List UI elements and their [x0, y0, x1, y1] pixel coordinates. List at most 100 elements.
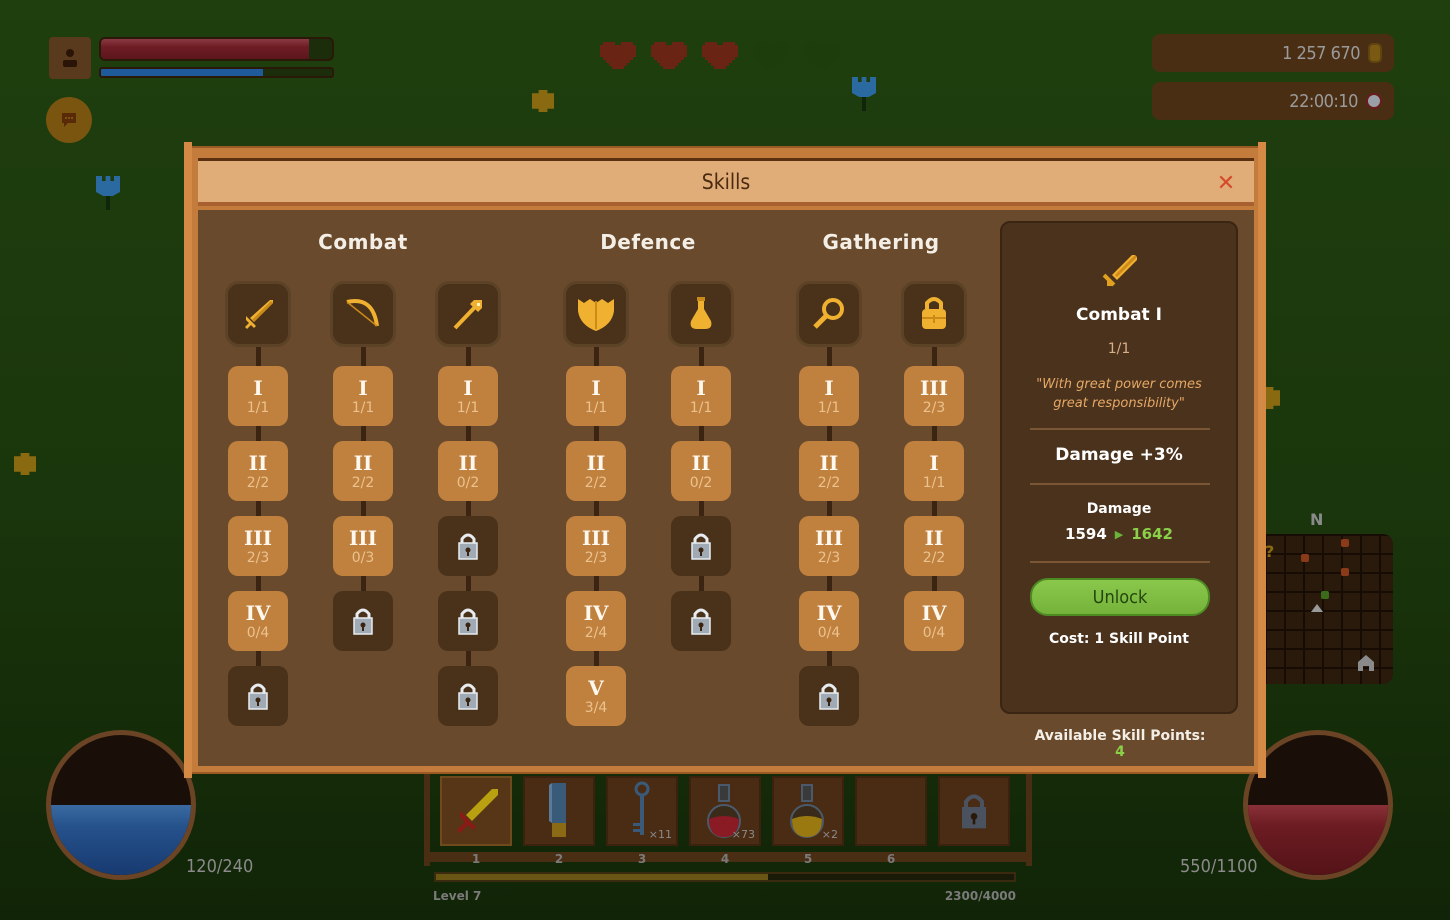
- skill-rank: II: [458, 450, 478, 475]
- skill-node[interactable]: I 1/1: [333, 366, 393, 426]
- hotbar-slot[interactable]: ×2: [772, 776, 844, 846]
- item-count: ×11: [648, 828, 672, 841]
- skill-branch-shield[interactable]: [563, 281, 629, 347]
- stat-new-value: 1642: [1131, 525, 1173, 543]
- skill-node-progress: 0/4: [246, 624, 270, 641]
- skill-node-progress: 1/1: [584, 399, 608, 416]
- heart-full-icon: [651, 36, 687, 72]
- skill-node[interactable]: III 2/3: [799, 516, 859, 576]
- skill-node[interactable]: I 1/1: [799, 366, 859, 426]
- close-button[interactable]: ✕: [1216, 173, 1236, 195]
- enemy-marker: [1341, 539, 1349, 547]
- skill-node-locked[interactable]: [228, 666, 288, 726]
- profile-button[interactable]: [49, 37, 91, 79]
- backpack-icon: [917, 295, 951, 333]
- hearts-display: [600, 36, 840, 72]
- hotbar-slot[interactable]: [440, 776, 512, 846]
- skill-node-locked[interactable]: [671, 516, 731, 576]
- yellow-flower-decoration: [532, 90, 554, 112]
- skill-rank: IV: [921, 600, 947, 625]
- lock-icon: [457, 531, 479, 561]
- hotbar-slot[interactable]: [523, 776, 595, 846]
- gold-counter: 1 257 670: [1152, 34, 1394, 72]
- skill-node-locked[interactable]: [438, 591, 498, 651]
- lock-icon: [457, 606, 479, 636]
- skill-node-locked[interactable]: [799, 666, 859, 726]
- skill-branch-backpack[interactable]: [901, 281, 967, 347]
- skill-node[interactable]: I 1/1: [566, 366, 626, 426]
- arrow-right-icon: ▶: [1114, 527, 1124, 541]
- skill-branch-staff[interactable]: [435, 281, 501, 347]
- skill-branch-sword[interactable]: [225, 281, 291, 347]
- skill-node-progress: 0/3: [351, 549, 375, 566]
- skill-node[interactable]: II 0/2: [438, 441, 498, 501]
- sword-icon: [1102, 255, 1137, 287]
- chat-button[interactable]: [46, 97, 92, 143]
- skill-branch-potion[interactable]: [668, 281, 734, 347]
- skill-node[interactable]: III 2/3: [904, 366, 964, 426]
- skill-rank: III: [581, 525, 611, 550]
- skill-node[interactable]: IV 0/4: [799, 591, 859, 651]
- unlock-button[interactable]: Unlock: [1030, 578, 1210, 616]
- skill-node-progress: 2/3: [246, 549, 270, 566]
- skill-node-locked[interactable]: [671, 591, 731, 651]
- skill-node-progress: 2/3: [817, 549, 841, 566]
- skill-node-locked[interactable]: [333, 591, 393, 651]
- hotbar-slot[interactable]: ×73: [689, 776, 761, 846]
- skill-node[interactable]: III 2/3: [228, 516, 288, 576]
- lock-icon: [247, 681, 269, 711]
- coin-icon: [1368, 43, 1382, 63]
- skill-node-progress: 2/3: [584, 549, 608, 566]
- hotbar-slot[interactable]: [855, 776, 927, 846]
- skill-rank: II: [248, 450, 268, 475]
- skill-node[interactable]: III 2/3: [566, 516, 626, 576]
- skill-rank: III: [243, 525, 273, 550]
- skill-branch-magnifier[interactable]: [796, 281, 862, 347]
- hotbar-slot-number: 6: [886, 852, 896, 866]
- skill-node[interactable]: III 0/3: [333, 516, 393, 576]
- hotbar-slot-number: 2: [554, 852, 564, 866]
- skill-node-progress: 2/2: [351, 474, 375, 491]
- hotbar-slot-number: 3: [637, 852, 647, 866]
- heart-full-icon: [600, 36, 636, 72]
- skill-rank: I: [463, 375, 473, 400]
- skill-node[interactable]: IV 0/4: [228, 591, 288, 651]
- tree-title-defence: Defence: [600, 230, 696, 254]
- skill-node-locked[interactable]: [438, 516, 498, 576]
- skill-node-progress: 2/3: [922, 399, 946, 416]
- skill-node-locked[interactable]: [438, 666, 498, 726]
- skill-node[interactable]: II 2/2: [228, 441, 288, 501]
- blue-flower-decoration: [96, 176, 120, 210]
- skill-node-progress: 1/1: [351, 399, 375, 416]
- minimap[interactable]: ?: [1265, 534, 1393, 684]
- skill-node-progress: 2/4: [584, 624, 608, 641]
- skill-branch-bow[interactable]: [330, 281, 396, 347]
- minimap-north-label: N: [1310, 510, 1324, 529]
- skill-node[interactable]: II 0/2: [671, 441, 731, 501]
- hotbar: 1 2 ×11 3 ×73 4 ×2 5 6: [420, 772, 1036, 866]
- clock-icon: [1366, 93, 1382, 109]
- lock-icon: [457, 681, 479, 711]
- skill-node[interactable]: I 1/1: [438, 366, 498, 426]
- skill-node[interactable]: II 2/2: [333, 441, 393, 501]
- hotbar-slot[interactable]: [938, 776, 1010, 846]
- skill-node[interactable]: IV 2/4: [566, 591, 626, 651]
- sword-icon: [448, 783, 504, 839]
- skill-rank: III: [814, 525, 844, 550]
- skill-node[interactable]: I 1/1: [228, 366, 288, 426]
- skill-node[interactable]: II 2/2: [799, 441, 859, 501]
- skill-rank: IV: [816, 600, 842, 625]
- skill-node[interactable]: IV 0/4: [904, 591, 964, 651]
- divider: [1030, 428, 1210, 430]
- skill-node-progress: 0/2: [456, 474, 480, 491]
- hotbar-slot-number: 1: [471, 852, 481, 866]
- skill-node[interactable]: I 1/1: [904, 441, 964, 501]
- skill-node[interactable]: I 1/1: [671, 366, 731, 426]
- skill-node[interactable]: V 3/4: [566, 666, 626, 726]
- skill-node[interactable]: II 2/2: [566, 441, 626, 501]
- skill-effect: Damage +3%: [1055, 445, 1183, 465]
- hotbar-slot[interactable]: ×11: [606, 776, 678, 846]
- skill-node[interactable]: II 2/2: [904, 516, 964, 576]
- level-label: Level 7: [433, 889, 482, 903]
- skill-rank: III: [348, 525, 378, 550]
